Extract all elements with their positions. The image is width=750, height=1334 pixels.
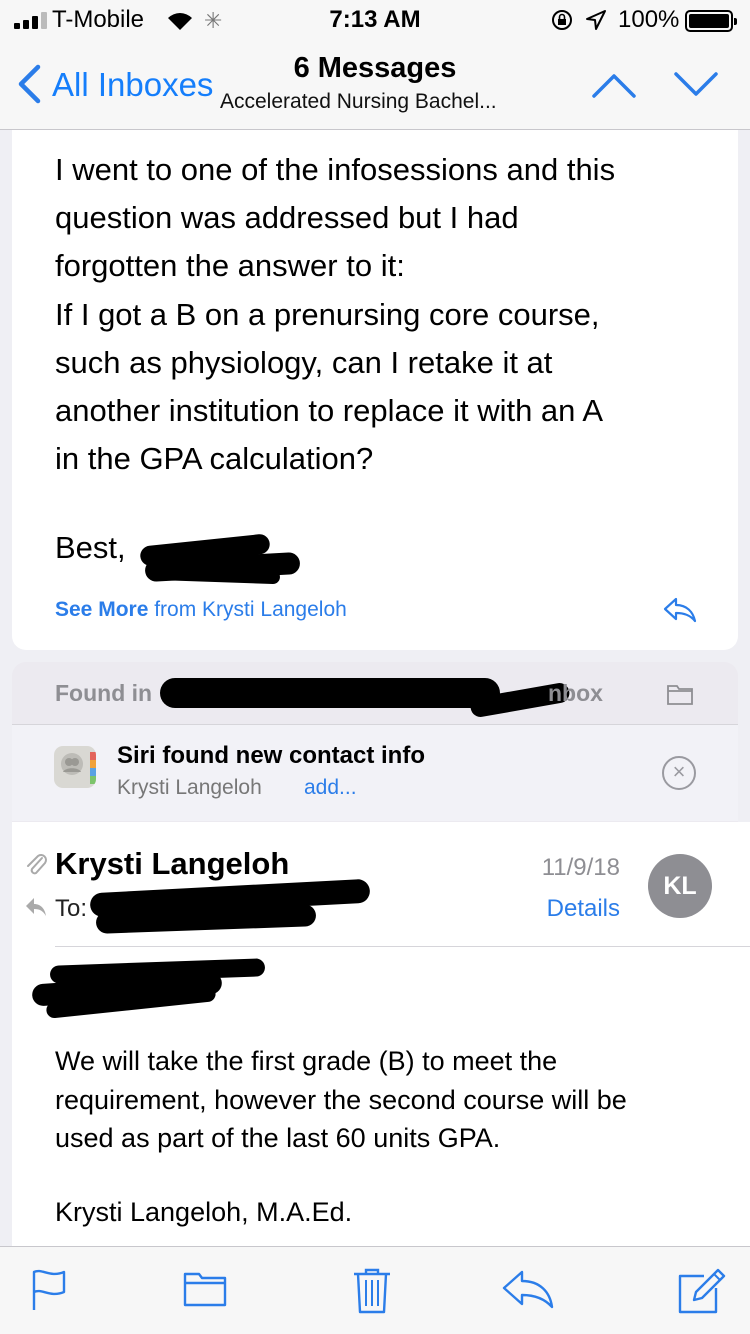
sender-name[interactable]: Krysti Langeloh [55,846,289,882]
body-line: I went to one of the infosessions and th… [55,152,616,187]
found-in-label: Found in [55,680,153,706]
signature: Krysti Langeloh, M.A.Ed. [55,1197,353,1227]
previous-message-button[interactable] [590,70,638,100]
paperclip-icon [27,854,47,875]
battery-percentage: 100% [618,6,680,33]
to-label: To: [55,895,88,922]
nav-title: 6 Messages [293,52,457,84]
body-line: such as physiology, can I retake it at [55,344,553,380]
siri-suggestion-panel [12,725,738,821]
battery-icon [685,10,737,32]
closing-text: Best, [55,530,126,565]
folder-icon[interactable] [666,682,694,706]
body-line: in the GPA calculation? [55,441,374,477]
current-message-body: We will take the first grade (B) to meet… [55,1042,725,1158]
flag-icon[interactable] [30,1268,70,1312]
body-line: We will take the first grade (B) to meet… [55,1046,558,1076]
compose-icon[interactable] [676,1268,726,1314]
siri-title: Siri found new contact info [117,742,425,769]
body-line: used as part of the last 60 units GPA. [55,1123,501,1153]
trash-icon[interactable] [352,1268,392,1314]
current-message [12,822,750,1246]
divider [55,946,750,947]
previous-message-body: I went to one of the infosessions and th… [55,146,705,483]
body-line: requirement, however the second course w… [55,1084,627,1115]
body-line: question was addressed but I had [55,200,519,236]
body-line: another institution to replace it with a… [55,393,603,429]
location-icon [586,10,606,30]
close-icon[interactable]: × [662,756,696,790]
see-more-link[interactable]: See More from Krysti Langeloh [55,598,347,622]
add-contact-link[interactable]: add... [304,776,357,800]
back-button[interactable]: All Inboxes [52,66,213,104]
details-link[interactable]: Details [520,895,620,923]
next-message-button[interactable] [672,70,720,100]
siri-contact-name: Krysti Langeloh [117,776,262,799]
see-more-from[interactable]: from Krysti Langeloh [154,598,347,621]
avatar[interactable]: KL [648,854,712,918]
message-date: 11/9/18 [541,854,620,881]
found-in-mailbox: nbox [548,680,603,706]
nav-subtitle: Accelerated Nursing Bachel... [220,90,497,113]
folder-icon[interactable] [182,1268,228,1308]
body-line: forgotten the answer to it: [55,248,405,284]
reply-icon[interactable] [662,596,698,624]
rotation-lock-icon [552,10,572,30]
contacts-app-icon [54,746,96,788]
see-more-label[interactable]: See More [55,598,148,621]
chevron-left-icon[interactable] [16,64,42,104]
replied-icon [26,898,46,916]
reply-icon[interactable] [500,1268,556,1310]
body-line: If I got a B on a prenursing core course… [55,296,600,332]
